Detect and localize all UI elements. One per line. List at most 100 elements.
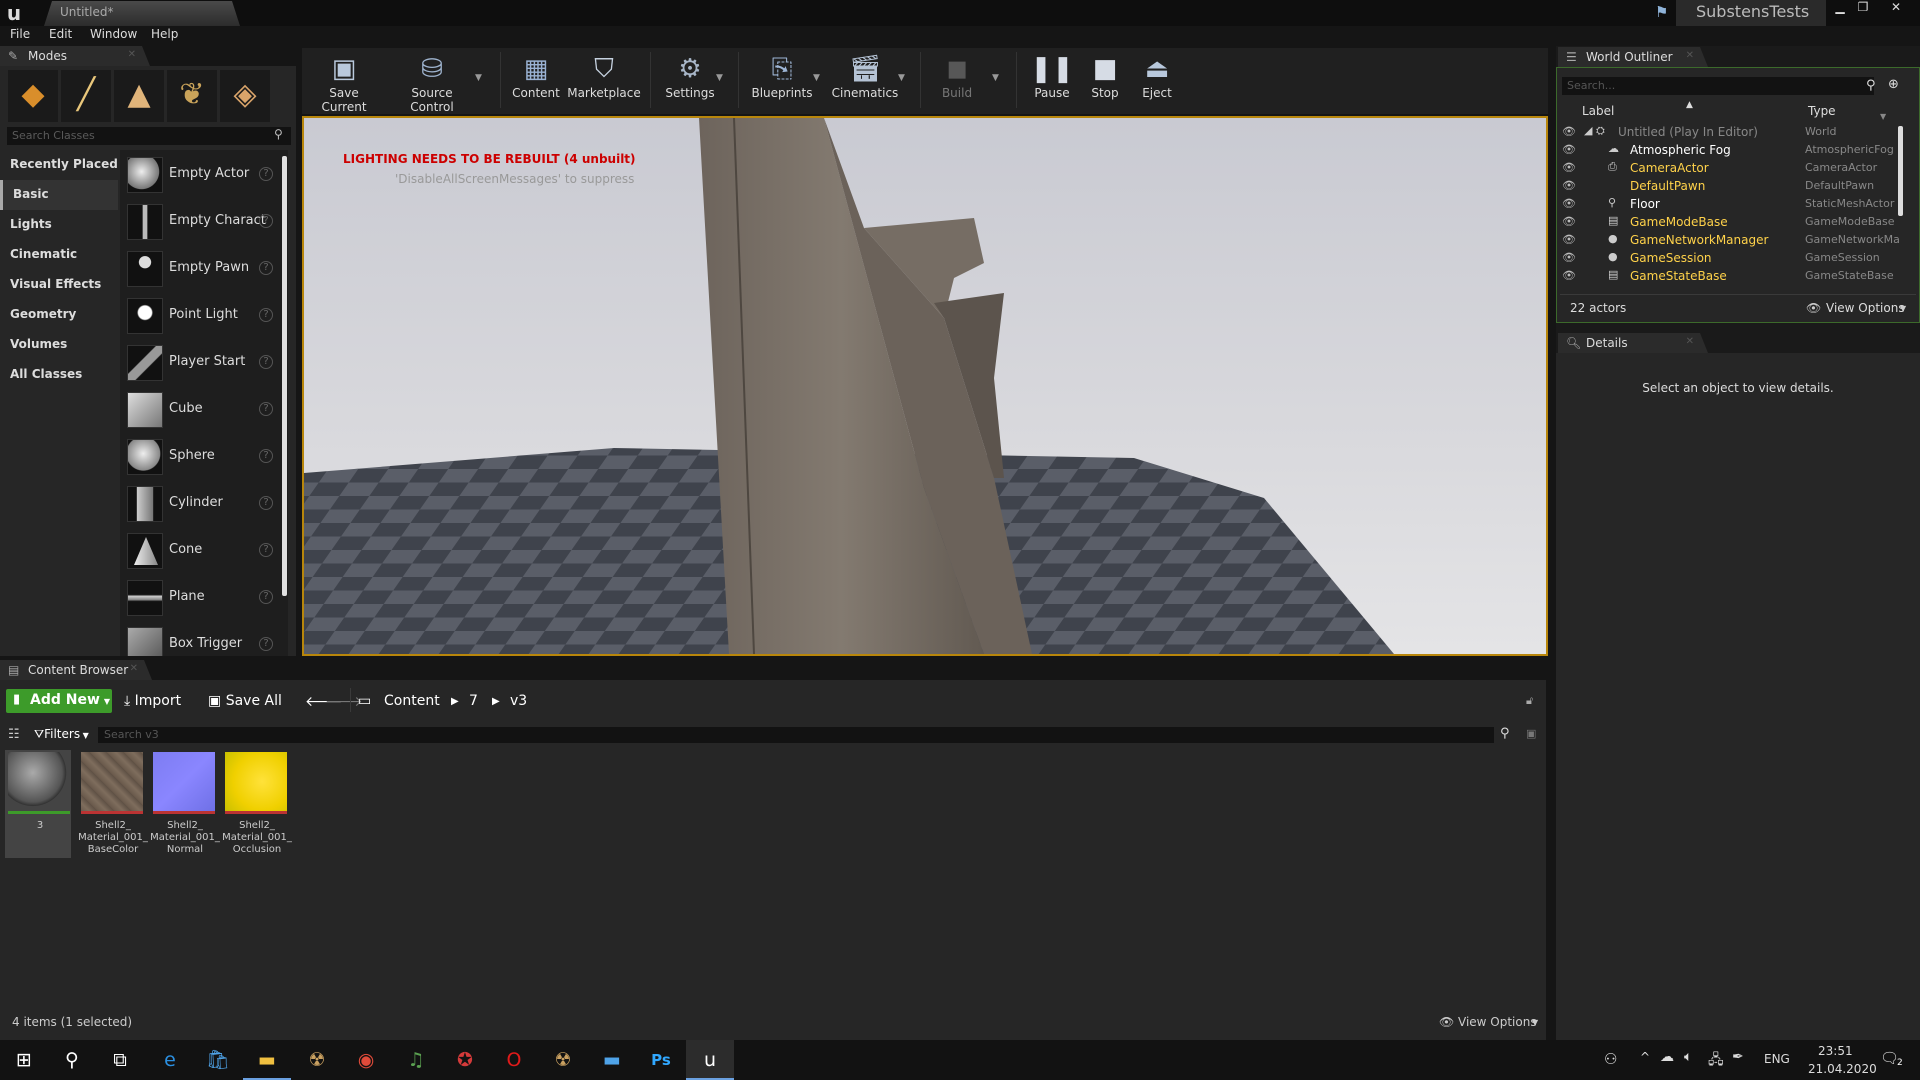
close-tab-icon[interactable]: ✕ [1686, 336, 1694, 347]
table-row[interactable]: 👁︎ ⚲ Floor StaticMeshActor [1562, 196, 1894, 214]
help-icon[interactable]: ? [259, 449, 273, 463]
chrome-icon[interactable]: ◉ [342, 1040, 390, 1080]
list-item[interactable]: Plane? [120, 574, 285, 621]
table-row[interactable]: 👁︎ ▤ GameStateBase GameStateBase [1562, 268, 1894, 286]
import-button[interactable]: ⤓ Import [124, 693, 181, 709]
task-view-icon[interactable]: ⧉ [96, 1040, 144, 1080]
place-mode-icon[interactable]: ◆ [8, 70, 58, 122]
help-icon[interactable]: ? [259, 543, 273, 557]
table-row[interactable]: 👁︎ ● GameNetworkManager GameNetworkMa [1562, 232, 1899, 250]
source-control-button[interactable]: ⛁ Source Control [392, 50, 472, 114]
lock-icon[interactable]: 🔓︎ [1526, 694, 1533, 708]
visibility-eye-icon[interactable]: 👁︎ [1562, 197, 1576, 210]
category-all-classes[interactable]: All Classes [0, 360, 118, 390]
app-icon[interactable]: ✪ [441, 1040, 489, 1080]
new-folder-icon[interactable]: ⊕ [1888, 77, 1899, 92]
filters-button[interactable]: ⛛Filters ▼ [34, 727, 89, 742]
asset-tile[interactable]: Shell2_ Material_001_ Normal [150, 750, 220, 858]
breadcrumb-7[interactable]: 7 [469, 693, 478, 709]
close-tab-icon[interactable]: ✕ [1686, 50, 1694, 61]
visibility-eye-icon[interactable]: 👁︎ [1562, 143, 1576, 156]
maximize-button[interactable]: ❐ [1852, 0, 1874, 14]
view-options-button[interactable]: View Options [1458, 1015, 1537, 1029]
windows-start-icon[interactable]: ⊞ [0, 1040, 48, 1080]
build-button[interactable]: ◼ Build [918, 50, 996, 110]
visibility-eye-icon[interactable]: 👁︎ [1562, 233, 1576, 246]
list-item[interactable]: Cone? [120, 527, 285, 574]
chevron-down-icon[interactable]: ▼ [716, 73, 723, 83]
onedrive-icon[interactable]: ☁ [1660, 1049, 1674, 1065]
language-indicator[interactable]: ENG [1764, 1052, 1790, 1066]
file-explorer-icon[interactable]: ▬ [243, 1040, 291, 1080]
view-options-button[interactable]: View Options [1826, 301, 1905, 315]
list-item[interactable]: Empty Pawn? [120, 245, 285, 292]
app-icon[interactable]: ▬ [588, 1040, 636, 1080]
tab-modes[interactable]: ✎ Modes ✕ [0, 46, 150, 66]
visibility-eye-icon[interactable]: 👁︎ [1562, 125, 1576, 138]
breadcrumb-v3[interactable]: v3 [510, 693, 527, 709]
table-row[interactable]: 👁︎ ☁ Atmospheric Fog AtmosphericFog [1562, 142, 1894, 160]
list-item[interactable]: Cube? [120, 386, 285, 433]
list-item[interactable]: Sphere? [120, 433, 285, 480]
save-search-icon[interactable]: ▣ [1526, 727, 1536, 740]
geometry-mode-icon[interactable]: ◈ [220, 70, 270, 122]
list-item[interactable]: Point Light? [120, 292, 285, 339]
chevron-down-icon[interactable]: ▼ [1532, 1018, 1538, 1027]
opera-icon[interactable]: O [490, 1040, 538, 1080]
chevron-down-icon[interactable]: ▼ [992, 73, 999, 83]
chevron-down-icon[interactable]: ▼ [1900, 304, 1906, 313]
clock-date[interactable]: 21.04.2020 [1808, 1062, 1877, 1076]
level-viewport[interactable] [302, 116, 1548, 656]
list-item[interactable]: Cylinder? [120, 480, 285, 527]
app-icon[interactable]: ♫ [392, 1040, 440, 1080]
list-item[interactable]: Empty Actor? [120, 151, 285, 198]
breadcrumb-separator-icon[interactable]: ▶ [451, 696, 459, 707]
table-row[interactable]: 👁︎ DefaultPawn DefaultPawn [1562, 178, 1892, 196]
search-classes-input[interactable]: Search Classes [7, 127, 291, 145]
photoshop-icon[interactable]: Ps [637, 1040, 685, 1080]
unreal-taskbar-icon[interactable]: u [686, 1040, 734, 1080]
table-row[interactable]: 👁︎ ▤ GameModeBase GameModeBase [1562, 214, 1895, 232]
visibility-eye-icon[interactable]: 👁︎ [1562, 215, 1576, 228]
sources-toggle-icon[interactable]: ☷ [8, 727, 20, 742]
category-basic[interactable]: Basic [0, 180, 118, 210]
table-row[interactable]: 👁︎ ◢ ⛭ Untitled (Play In Editor) World [1562, 124, 1892, 142]
category-geometry[interactable]: Geometry [0, 300, 118, 330]
scrollbar[interactable] [282, 156, 287, 596]
table-row[interactable]: 👁︎ ⎙ CameraActor CameraActor [1562, 160, 1892, 178]
volume-icon[interactable]: 🔈︎ [1684, 1049, 1692, 1065]
content-button[interactable]: ▦ Content [497, 50, 575, 110]
chevron-down-icon[interactable]: ▼ [475, 73, 482, 83]
chevron-up-icon[interactable]: ^ [1640, 1050, 1650, 1064]
chevron-down-icon[interactable]: ▼ [1880, 112, 1886, 121]
app-icon[interactable]: ☢ [539, 1040, 587, 1080]
chevron-down-icon[interactable]: ▼ [813, 73, 820, 83]
scrollbar[interactable] [1898, 126, 1903, 216]
close-button[interactable]: ✕ [1885, 0, 1907, 14]
clock-time[interactable]: 23:51 [1818, 1044, 1853, 1058]
visibility-eye-icon[interactable]: 👁︎ [1562, 269, 1576, 282]
save-all-button[interactable]: ▣ Save All [208, 693, 282, 709]
store-icon[interactable]: 🛍︎ [194, 1040, 242, 1080]
close-tab-icon[interactable]: ✕ [130, 663, 138, 674]
help-icon[interactable]: ? [259, 637, 273, 651]
asset-tile[interactable]: 3 [5, 750, 71, 858]
visibility-eye-icon[interactable]: 👁︎ [1562, 251, 1576, 264]
asset-tile[interactable]: Shell2_ Material_001_ BaseColor [78, 750, 148, 858]
forward-arrow-icon[interactable]: 🡒 [325, 693, 363, 710]
add-new-button[interactable]: ▮ Add New ▼ [6, 689, 112, 713]
column-label-header[interactable]: Label [1582, 104, 1614, 118]
chevron-down-icon[interactable]: ▼ [898, 73, 905, 83]
column-type-header[interactable]: Type [1808, 104, 1836, 118]
cinematics-button[interactable]: 🎬︎ Cinematics [826, 50, 904, 110]
foliage-mode-icon[interactable]: ❦ [167, 70, 217, 122]
pen-icon[interactable]: ✒ [1732, 1049, 1744, 1065]
menu-window[interactable]: Window [90, 27, 137, 41]
list-item[interactable]: Player Start? [120, 339, 285, 386]
document-tab[interactable]: Untitled* [44, 1, 240, 26]
category-visual-effects[interactable]: Visual Effects [0, 270, 118, 300]
search-icon[interactable]: ⚲ [48, 1040, 96, 1080]
help-icon[interactable]: ? [259, 214, 273, 228]
network-icon[interactable]: 🖧︎ [1708, 1049, 1724, 1073]
landscape-mode-icon[interactable]: ▲ [114, 70, 164, 122]
